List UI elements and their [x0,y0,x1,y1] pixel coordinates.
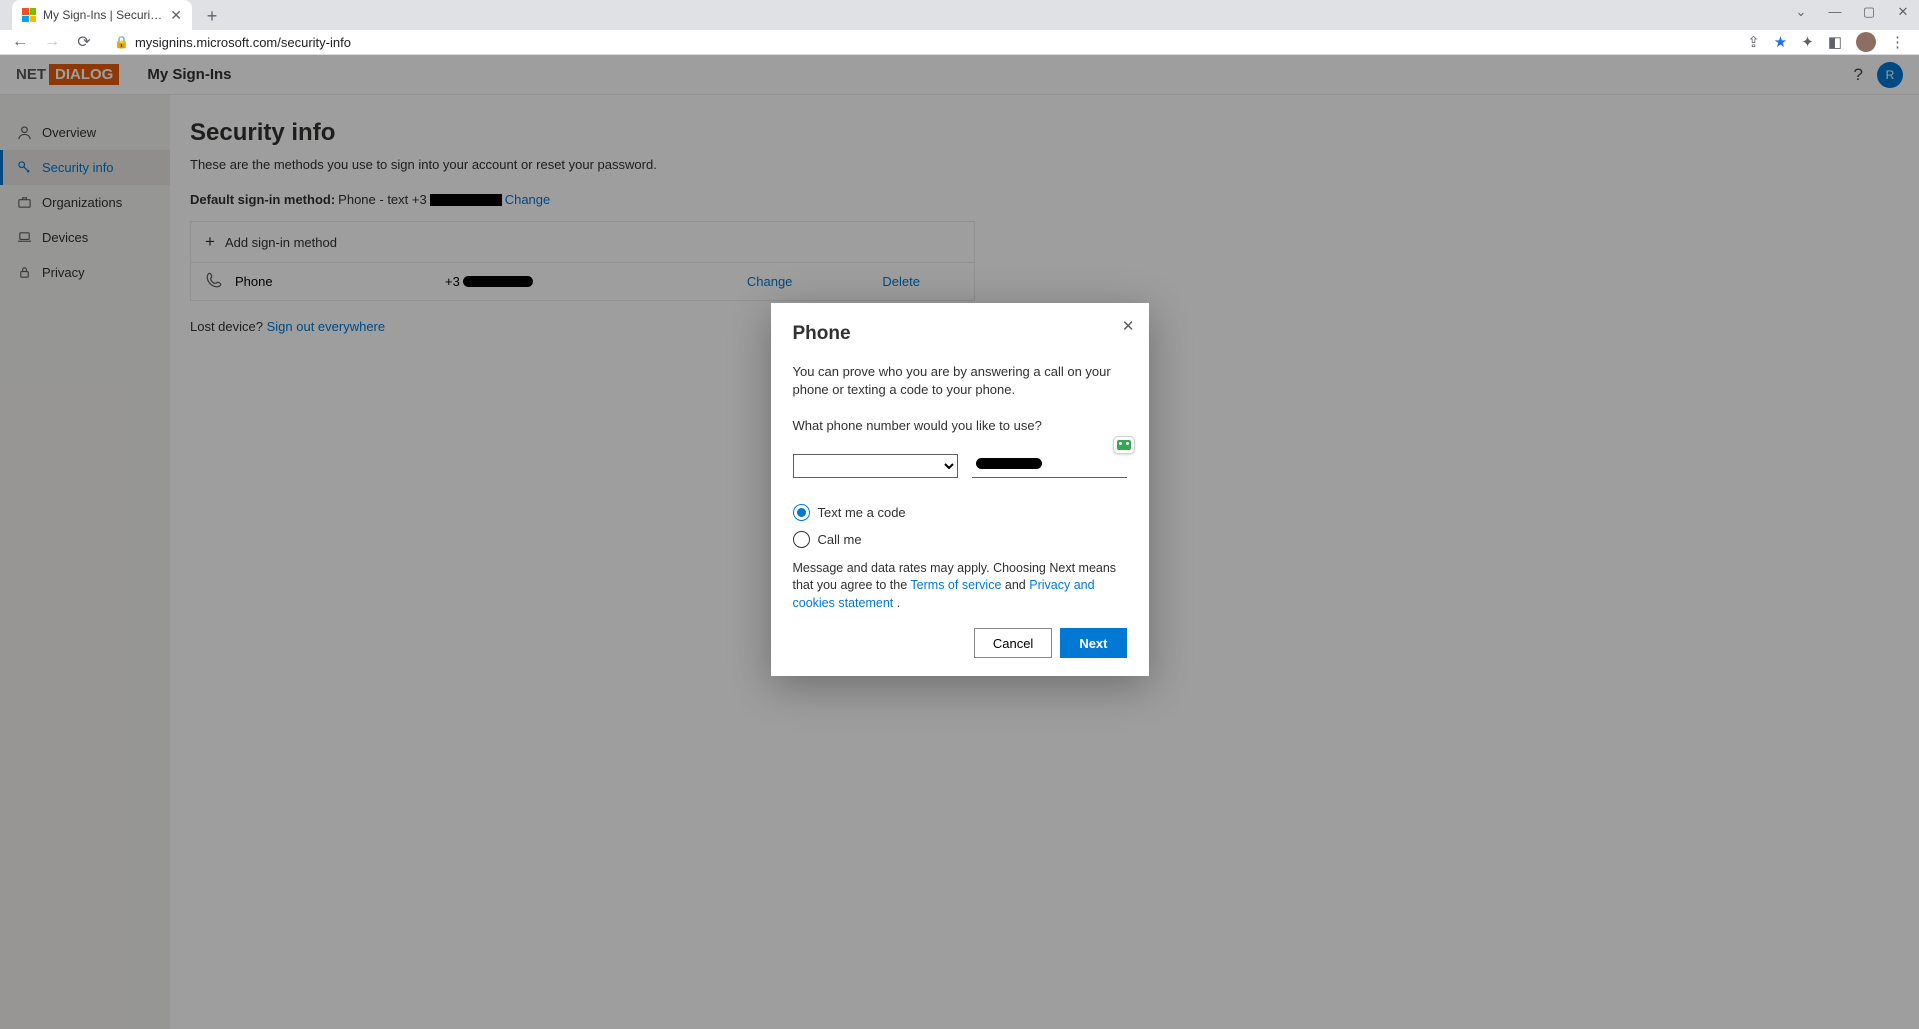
phone-dialog: ✕ Phone You can prove who you are by ans… [771,303,1149,676]
tab-title: My Sign-Ins | Security Info | Micr [43,8,164,22]
country-code-select[interactable] [793,454,958,478]
tab-strip: My Sign-Ins | Security Info | Micr ✕ + ⌄… [0,0,1919,30]
side-panel-icon[interactable]: ◧ [1828,33,1842,51]
microsoft-favicon [22,8,36,22]
radio-text-code[interactable]: Text me a code [793,504,1127,521]
redacted-value [976,458,1042,469]
extensions-icon[interactable]: ✦ [1801,33,1814,51]
dialog-actions: Cancel Next [793,628,1127,658]
reload-button[interactable]: ⟳ [72,30,96,54]
dialog-question: What phone number would you like to use? [793,417,1127,435]
toolbar-right: ⇪ ★ ✦ ◧ ⋮ [1747,32,1911,52]
chrome-menu-icon[interactable]: ⋮ [1890,33,1905,51]
terms-of-service-link[interactable]: Terms of service [910,578,1001,592]
new-tab-button[interactable]: + [198,2,226,30]
browser-chrome: My Sign-Ins | Security Info | Micr ✕ + ⌄… [0,0,1919,55]
radio-selected-icon [793,504,810,521]
window-controls: ⌄ — ▢ ✕ [1791,4,1913,20]
dialog-intro: You can prove who you are by answering a… [793,363,1127,399]
radio-label: Text me a code [818,505,906,520]
close-tab-icon[interactable]: ✕ [170,7,182,24]
address-bar[interactable]: 🔒 mysignins.microsoft.com/security-info [104,30,1739,54]
maximize-icon[interactable]: ▢ [1859,4,1879,20]
radio-label: Call me [818,532,862,547]
chevron-down-icon[interactable]: ⌄ [1791,4,1811,20]
next-button[interactable]: Next [1060,628,1126,658]
phone-input-row [793,454,1127,478]
password-manager-badge[interactable] [1113,436,1135,454]
forward-button[interactable]: → [40,30,64,54]
bookmark-star-icon[interactable]: ★ [1774,33,1787,51]
url-text: mysignins.microsoft.com/security-info [135,35,351,50]
back-button[interactable]: ← [8,30,32,54]
dialog-disclaimer: Message and data rates may apply. Choosi… [793,560,1127,613]
lock-icon: 🔒 [114,35,129,49]
toolbar: ← → ⟳ 🔒 mysignins.microsoft.com/security… [0,30,1919,55]
page: NET DIALOG My Sign-Ins ? R Overview Secu… [0,55,1919,1029]
dialog-title: Phone [793,323,1127,345]
radio-call-me[interactable]: Call me [793,531,1127,548]
share-icon[interactable]: ⇪ [1747,33,1760,51]
dialog-close-button[interactable]: ✕ [1122,317,1135,335]
modal-overlay[interactable]: ✕ Phone You can prove who you are by ans… [0,55,1919,1029]
minimize-icon[interactable]: — [1825,4,1845,20]
radio-unselected-icon [793,531,810,548]
close-window-icon[interactable]: ✕ [1893,4,1913,20]
chrome-profile-avatar[interactable] [1856,32,1876,52]
browser-tab[interactable]: My Sign-Ins | Security Info | Micr ✕ [12,0,192,30]
cancel-button[interactable]: Cancel [974,628,1052,658]
